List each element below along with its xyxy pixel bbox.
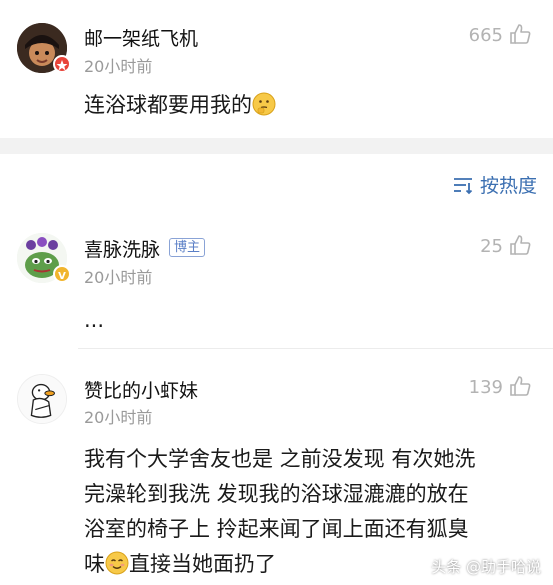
- comment-time: 20小时前: [84, 57, 153, 76]
- verified-badge-icon: [53, 55, 71, 73]
- smiling-face-emoji-icon: [105, 551, 129, 575]
- comment-line-prefix: 味: [84, 552, 105, 576]
- comment-line: 浴室的椅子上 拎起来闻了闻上面还有狐臭: [84, 517, 469, 541]
- author-tag: 博主: [169, 238, 206, 257]
- sort-icon: [453, 177, 473, 194]
- thinking-face-emoji-icon: [252, 92, 276, 116]
- avatar-image: [18, 375, 66, 423]
- thumbs-up-icon[interactable]: [509, 234, 531, 256]
- sort-button[interactable]: 按热度: [452, 171, 537, 198]
- comment-line: 我有个大学舍友也是 之前没发现 有次她洗: [84, 447, 476, 471]
- watermark: 头条 @助手哈说: [431, 558, 541, 576]
- like-count: 139: [468, 377, 503, 398]
- comment-text: 连浴球都要用我的: [84, 93, 252, 117]
- comment-author[interactable]: 赞比的小虾妹: [84, 376, 198, 403]
- avatar[interactable]: [17, 374, 67, 424]
- comment-content: ...: [84, 308, 105, 332]
- like-count: 665: [468, 25, 503, 46]
- verified-badge-icon: V: [53, 265, 71, 283]
- divider: [78, 348, 553, 349]
- comment-time: 20小时前: [84, 408, 153, 427]
- section-separator: [0, 138, 553, 154]
- comment-author[interactable]: 喜脉洗脉: [84, 235, 160, 262]
- comment-line-suffix: 直接当她面扔了: [129, 552, 276, 576]
- comment-content: 连浴球都要用我的: [84, 88, 276, 123]
- thumbs-up-icon[interactable]: [509, 23, 531, 45]
- comment-author[interactable]: 邮一架纸飞机: [84, 24, 198, 51]
- comment-time: 20小时前: [84, 268, 153, 287]
- thumbs-up-icon[interactable]: [509, 375, 531, 397]
- sort-label: 按热度: [479, 175, 537, 197]
- like-count: 25: [480, 236, 503, 257]
- svg-text:V: V: [58, 271, 66, 282]
- comment-line: 完澡轮到我洗 发现我的浴球湿漉漉的放在: [84, 482, 469, 506]
